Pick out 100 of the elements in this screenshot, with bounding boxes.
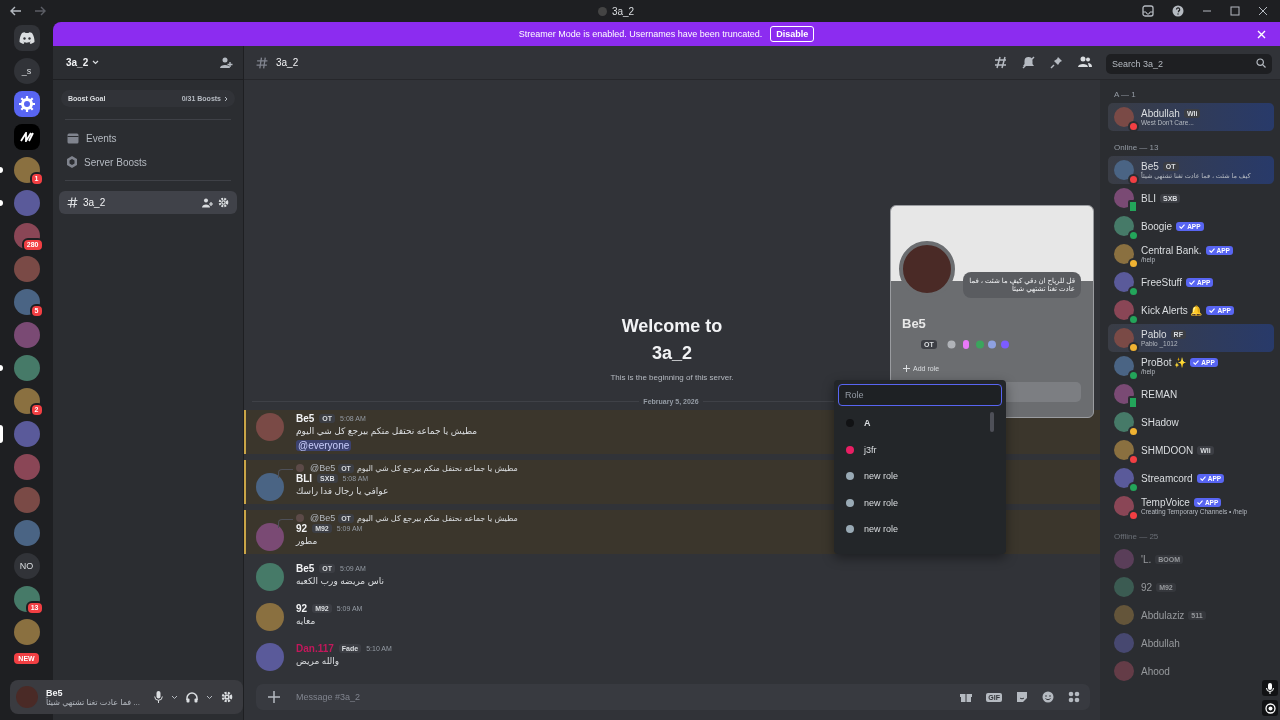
member-avatar: [1114, 577, 1134, 597]
disable-button[interactable]: Disable: [770, 26, 815, 42]
author-name[interactable]: Be5: [296, 413, 315, 424]
channel-item[interactable]: 3a_2: [59, 191, 237, 214]
caret-icon[interactable]: [171, 694, 178, 700]
invite-icon[interactable]: [202, 197, 213, 208]
chevron-down-icon[interactable]: [92, 60, 100, 65]
apps-icon[interactable]: [1068, 691, 1080, 703]
search-field[interactable]: Search 3a_2: [1106, 53, 1272, 74]
member-name: Abdulaziz: [1141, 609, 1185, 621]
reply-avatar: [296, 514, 304, 522]
forward-arrow-icon[interactable]: [34, 6, 46, 16]
member-section-title: A — 1: [1114, 90, 1137, 99]
sidebar-item[interactable]: Server Boosts: [53, 150, 243, 174]
gear-server-icon[interactable]: [13, 91, 40, 117]
member-item[interactable]: REMAN: [1108, 380, 1274, 408]
mention-link[interactable]: @everyone: [296, 440, 352, 451]
welcome-subtitle: This is the beginning of this server.: [610, 373, 734, 382]
server-icon[interactable]: [13, 124, 40, 150]
target-icon[interactable]: [1262, 700, 1278, 716]
author-name[interactable]: Be5: [296, 563, 315, 574]
scrollbar-thumb[interactable]: [990, 412, 994, 432]
member-avatar: [1114, 216, 1134, 236]
check-icon: [1196, 500, 1203, 505]
settings-icon[interactable]: [218, 197, 229, 208]
notification-bell-muted-icon[interactable]: [1022, 56, 1035, 69]
close-icon[interactable]: [1258, 6, 1268, 16]
message-text: معايه: [296, 616, 316, 626]
microphone-icon[interactable]: [154, 691, 163, 703]
reply-author[interactable]: @Be5: [310, 513, 336, 523]
member-item[interactable]: Ahood: [1108, 657, 1274, 685]
member-avatar: [1114, 440, 1134, 460]
role-search-field[interactable]: Role: [838, 384, 1002, 406]
role-option[interactable]: j3fr: [838, 436, 1002, 463]
maximize-icon[interactable]: [1230, 6, 1240, 16]
member-name: Streamcord: [1141, 472, 1193, 484]
member-name: 92: [1141, 581, 1153, 593]
microphone-icon[interactable]: [1262, 680, 1278, 696]
role-option[interactable]: new role: [838, 516, 1002, 543]
emoji-icon[interactable]: [1042, 691, 1054, 703]
member-name: TempVoice: [1141, 497, 1190, 508]
message-text: عوافي يا رجال فدا راسك: [296, 486, 389, 496]
author-name[interactable]: 92: [296, 603, 308, 614]
help-icon[interactable]: [1172, 5, 1184, 17]
calendar-icon: [67, 132, 79, 144]
member-avatar: [1114, 661, 1134, 681]
reply-text[interactable]: مطيش يا جماعه نحتفل منكم بيرجع كل شي اليوم: [356, 463, 518, 473]
message-text: مطيش يا جماعه نحتفل منكم بيرجع كل شي اليوم: [296, 426, 478, 436]
member-name: Kick Alerts 🔔: [1141, 304, 1203, 316]
avatar[interactable]: [256, 563, 284, 591]
reply-author[interactable]: @Be5: [310, 463, 336, 473]
reply-text[interactable]: مطيش يا جماعه نحتفل منكم بيرجع كل شي اليوم: [356, 513, 518, 523]
members-icon[interactable]: [1078, 56, 1092, 68]
member-section-title: Online — 13: [1114, 143, 1160, 152]
invite-people-icon[interactable]: [220, 56, 233, 69]
plus-icon[interactable]: [268, 691, 280, 703]
member-name: Ahood: [1141, 665, 1170, 677]
role-option[interactable]: new role: [838, 489, 1002, 516]
member-item[interactable]: SHadow: [1108, 408, 1274, 436]
logo-icon: [19, 132, 34, 142]
member-name: 'L.: [1141, 553, 1152, 565]
profile-name: Be5: [902, 316, 927, 331]
boost-gem-icon: [67, 156, 77, 168]
server-icon: [597, 6, 607, 16]
headphones-icon[interactable]: [186, 691, 198, 703]
gear-icon: [17, 95, 36, 113]
settings-icon[interactable]: [221, 691, 233, 703]
member-name: Central Bank.: [1141, 245, 1202, 256]
member-name: Boogie: [1141, 220, 1173, 232]
member-avatar: [1114, 633, 1134, 653]
member-avatar: [1114, 272, 1134, 292]
role-option[interactable]: A: [838, 410, 1002, 437]
sticker-icon[interactable]: [1016, 691, 1028, 703]
server-icon[interactable]: NO: [13, 553, 40, 579]
check-icon: [1199, 475, 1206, 481]
message-text: ناس مريضه ورب الكعبه: [296, 576, 384, 586]
inbox-icon[interactable]: [1142, 5, 1154, 17]
caret-icon[interactable]: [206, 694, 213, 700]
author-name[interactable]: 92: [296, 523, 308, 534]
server-icon[interactable]: _s: [13, 58, 40, 84]
server-name[interactable]: 3a_2: [66, 57, 89, 68]
author-name[interactable]: BLI: [296, 473, 313, 484]
check-icon: [1179, 223, 1186, 229]
pin-icon[interactable]: [1050, 56, 1063, 69]
welcome-title: Welcome to 3a_2: [620, 315, 724, 365]
avatar[interactable]: [256, 603, 284, 631]
check-icon: [1209, 307, 1216, 313]
gift-icon[interactable]: [960, 691, 973, 703]
message-input[interactable]: Message #3a_2: [294, 691, 947, 703]
threads-icon[interactable]: [994, 56, 1007, 69]
member-avatar: [1114, 328, 1134, 348]
sidebar-item[interactable]: Events: [53, 126, 243, 150]
member-avatar: [1114, 160, 1134, 180]
reply-avatar: [296, 464, 304, 472]
back-arrow-icon[interactable]: [10, 6, 22, 16]
discord-home-button[interactable]: [13, 25, 40, 51]
check-icon: [1193, 360, 1200, 365]
member-name: SHMDOON: [1141, 444, 1194, 456]
role-option[interactable]: new role: [838, 463, 1002, 490]
member-item[interactable]: Abdullah: [1108, 629, 1274, 657]
